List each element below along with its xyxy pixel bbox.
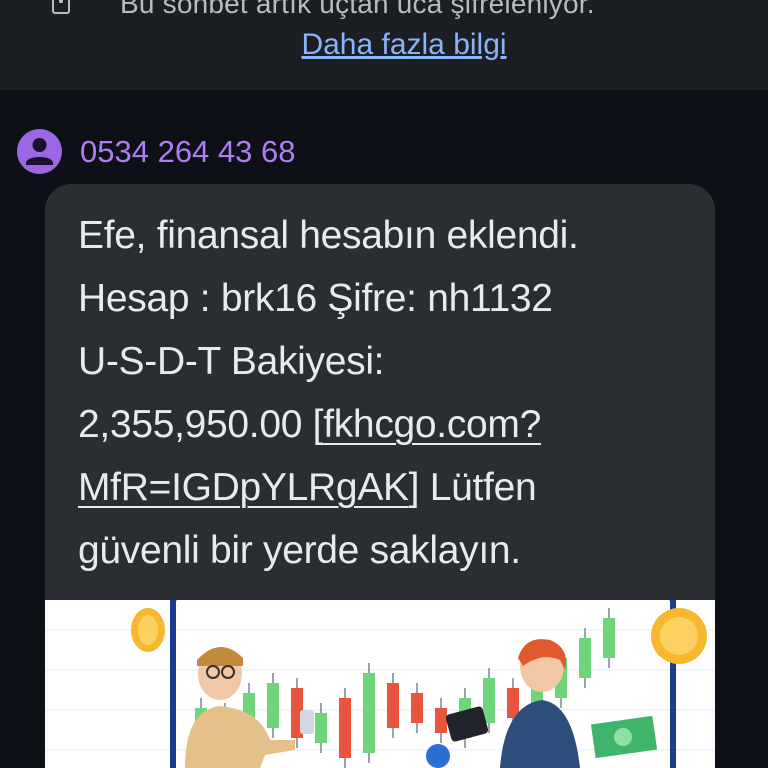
message-line: güvenli bir yerde saklayın. — [78, 529, 521, 572]
candle — [411, 693, 423, 723]
candle — [507, 688, 519, 718]
candle — [579, 638, 591, 678]
candle — [387, 683, 399, 728]
encryption-notice: Bu sohbet artık uçtan uca şifreleniyor. — [120, 0, 595, 19]
trading-chart-illustration[interactable] — [45, 600, 715, 768]
woman-with-tablet-illustration — [426, 639, 580, 768]
candle — [483, 678, 495, 723]
message-line: 2,355,950.00 [fkhcgo.com? — [78, 393, 698, 456]
person-avatar-icon[interactable] — [17, 129, 62, 174]
message-text: Efe, finansal hesabın eklendi. Hesap : b… — [78, 204, 698, 582]
candle — [435, 708, 447, 733]
message-text-fragment: ] Lütfen — [408, 466, 537, 509]
message-line: Efe, finansal hesabın eklendi. — [78, 214, 579, 257]
encryption-banner: Bu sohbet artık uçtan uca şifreleniyor. … — [0, 0, 768, 90]
message-line: MfR=IGDpYLRgAK] Lütfen — [78, 456, 698, 519]
candle — [363, 673, 375, 753]
coin-icon — [131, 608, 165, 652]
message-link-continued[interactable]: MfR=IGDpYLRgAK — [78, 466, 409, 509]
message-line: Hesap : brk16 Şifre: nh1132 — [78, 277, 553, 320]
message-link[interactable]: fkhcgo.com? — [323, 403, 541, 446]
coin-icon — [651, 608, 707, 664]
balance-text: 2,355,950.00 [ — [78, 403, 324, 446]
candle — [267, 683, 279, 728]
candle — [603, 618, 615, 658]
cash-icon — [590, 715, 658, 759]
candle — [339, 698, 351, 758]
lock-icon — [52, 0, 70, 14]
message-line: U-S-D-T Bakiyesi: — [78, 340, 385, 383]
learn-more-link[interactable]: Daha fazla bilgi — [0, 28, 768, 62]
candle — [315, 713, 327, 743]
sender-phone-number[interactable]: 0534 264 43 68 — [80, 134, 296, 170]
